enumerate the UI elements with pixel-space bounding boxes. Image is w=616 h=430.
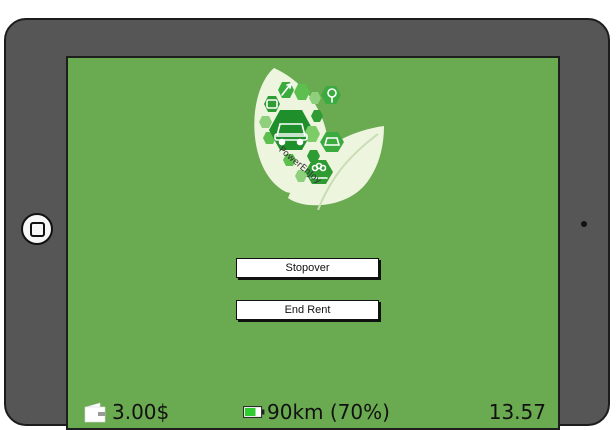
balance-value: 3.00$ — [112, 400, 170, 424]
battery-status: 90km (70%) — [243, 400, 390, 424]
balance-status: 3.00$ — [84, 400, 169, 424]
clock: 13.57 — [489, 400, 546, 424]
time-value: 13.57 — [488, 400, 546, 424]
end-rent-button[interactable]: End Rent — [236, 300, 379, 320]
camera-dot — [581, 221, 587, 227]
home-button[interactable] — [21, 213, 53, 245]
app-screen: PowerEnJoy Stopover End Rent 3.00$ 90km … — [66, 56, 560, 430]
home-button-icon — [29, 221, 45, 237]
app-logo: PowerEnJoy — [254, 68, 384, 210]
tablet-frame: PowerEnJoy Stopover End Rent 3.00$ 90km … — [4, 18, 610, 430]
battery-icon — [243, 406, 265, 418]
stopover-button[interactable]: Stopover — [236, 258, 379, 278]
wallet-icon — [84, 402, 106, 423]
range-value: 90km (70%) — [267, 400, 390, 424]
